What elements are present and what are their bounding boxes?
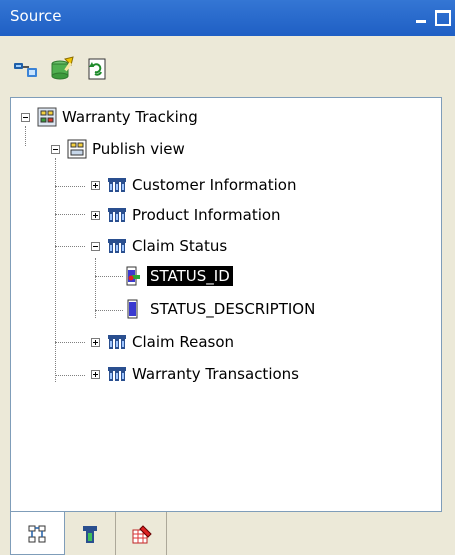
view-icon (67, 139, 87, 159)
table-icon (108, 335, 126, 349)
source-tree-icon (28, 525, 46, 543)
collapse-icon[interactable] (21, 113, 30, 122)
tree-node-customer-information[interactable]: Customer Information (11, 174, 341, 196)
maximize-icon (435, 10, 451, 26)
tree-node-label: Warranty Transactions (132, 365, 299, 383)
collapse-icon[interactable] (91, 242, 100, 251)
tab-source[interactable] (10, 512, 65, 555)
table-icon (108, 367, 126, 381)
tree-node-label: Customer Information (132, 176, 297, 194)
tree-node-warranty-transactions[interactable]: Warranty Transactions (11, 363, 351, 385)
tree-node-label: Claim Status (132, 237, 228, 255)
source-panel: Source Warranty Tracking Publish view Cu… (0, 0, 455, 555)
tree-node-label: STATUS_DESCRIPTION (150, 300, 316, 318)
expand-icon[interactable] (91, 181, 100, 190)
key-column-icon (126, 266, 140, 286)
maximize-button[interactable] (434, 8, 452, 26)
tree-node-label: Claim Reason (132, 333, 235, 351)
column-icon (127, 299, 138, 319)
connect-source-icon (14, 63, 37, 77)
refresh-button[interactable] (84, 56, 112, 82)
table-icon (108, 178, 126, 192)
tree-node-claim-reason[interactable]: Claim Reason (11, 331, 341, 353)
tree-node-product-information[interactable]: Product Information (11, 204, 341, 226)
panel-title: Source (10, 7, 62, 25)
toolbar (0, 36, 455, 98)
expand-icon[interactable] (91, 211, 100, 220)
tree-node-status-id[interactable]: STATUS_ID (11, 265, 341, 287)
tree-node-publish-view[interactable]: Publish view (11, 138, 311, 160)
project-icon (37, 107, 57, 127)
tree-node-status-description[interactable]: STATUS_DESCRIPTION (11, 298, 351, 320)
tree-node-label: Warranty Tracking (62, 108, 198, 126)
title-bar: Source (0, 0, 455, 36)
table-icon (108, 239, 126, 253)
connect-source-button[interactable] (12, 56, 40, 82)
table-view-icon (83, 526, 97, 543)
new-view-icon (51, 56, 74, 80)
expand-icon[interactable] (91, 370, 100, 379)
refresh-icon (88, 58, 106, 80)
tab-table[interactable] (66, 512, 116, 555)
expand-icon[interactable] (91, 338, 100, 347)
new-view-button[interactable] (48, 56, 76, 82)
bottom-tab-bar (0, 512, 455, 555)
tree-node-label: Publish view (92, 140, 185, 158)
tree-node-label: Product Information (132, 206, 281, 224)
minimize-icon (416, 20, 426, 23)
tab-edit[interactable] (117, 512, 167, 555)
collapse-icon[interactable] (51, 145, 60, 154)
tree-node-label: STATUS_ID (147, 266, 233, 286)
minimize-button[interactable] (412, 8, 430, 26)
table-icon (108, 208, 126, 222)
tree-node-warranty-tracking[interactable]: Warranty Tracking (11, 106, 311, 128)
source-tree[interactable]: Warranty Tracking Publish view Customer … (10, 97, 442, 512)
edit-table-icon (132, 525, 152, 544)
tree-node-claim-status[interactable]: Claim Status (11, 235, 341, 257)
